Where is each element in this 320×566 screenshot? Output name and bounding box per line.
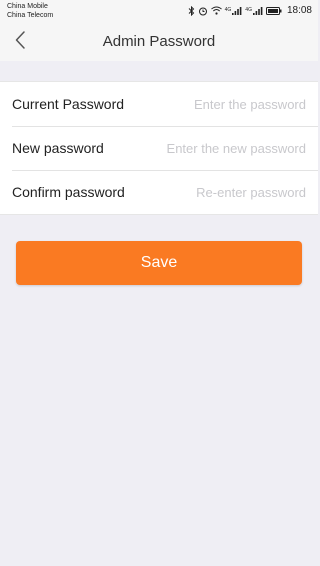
new-password-input[interactable] — [156, 140, 306, 156]
battery-icon — [265, 6, 282, 15]
status-icons: 4G 4G 18:08 — [188, 5, 312, 16]
page-title: Admin Password — [102, 33, 216, 50]
signal-2-icon: 4G — [245, 6, 263, 15]
confirm-password-label: Confirm password — [12, 184, 125, 200]
carrier-1: China Mobile — [7, 3, 48, 10]
new-password-label: New password — [12, 140, 104, 156]
wifi-icon — [210, 6, 222, 15]
network-2-label: 4G — [245, 6, 252, 13]
new-password-row: New password — [0, 126, 318, 170]
signal-1-icon: 4G — [224, 6, 243, 15]
alarm-icon — [198, 6, 208, 16]
confirm-password-input[interactable] — [156, 184, 306, 200]
current-password-row: Current Password — [0, 82, 318, 126]
status-bar: China Mobile China Telecom 4G 4G 18:08 — [0, 0, 318, 23]
password-form: Current Password New password Confirm pa… — [0, 81, 318, 215]
current-password-label: Current Password — [12, 96, 125, 112]
nav-bar: Admin Password — [0, 23, 318, 61]
confirm-password-row: Confirm password — [0, 170, 318, 214]
status-time: 18:08 — [286, 5, 312, 16]
bluetooth-icon — [188, 5, 195, 16]
current-password-input[interactable] — [156, 96, 306, 112]
carrier-2: China Telecom — [7, 12, 54, 19]
network-1-label: 4G — [224, 6, 232, 13]
save-button[interactable]: Save — [16, 241, 302, 285]
carrier-info: China Mobile China Telecom — [7, 2, 53, 20]
